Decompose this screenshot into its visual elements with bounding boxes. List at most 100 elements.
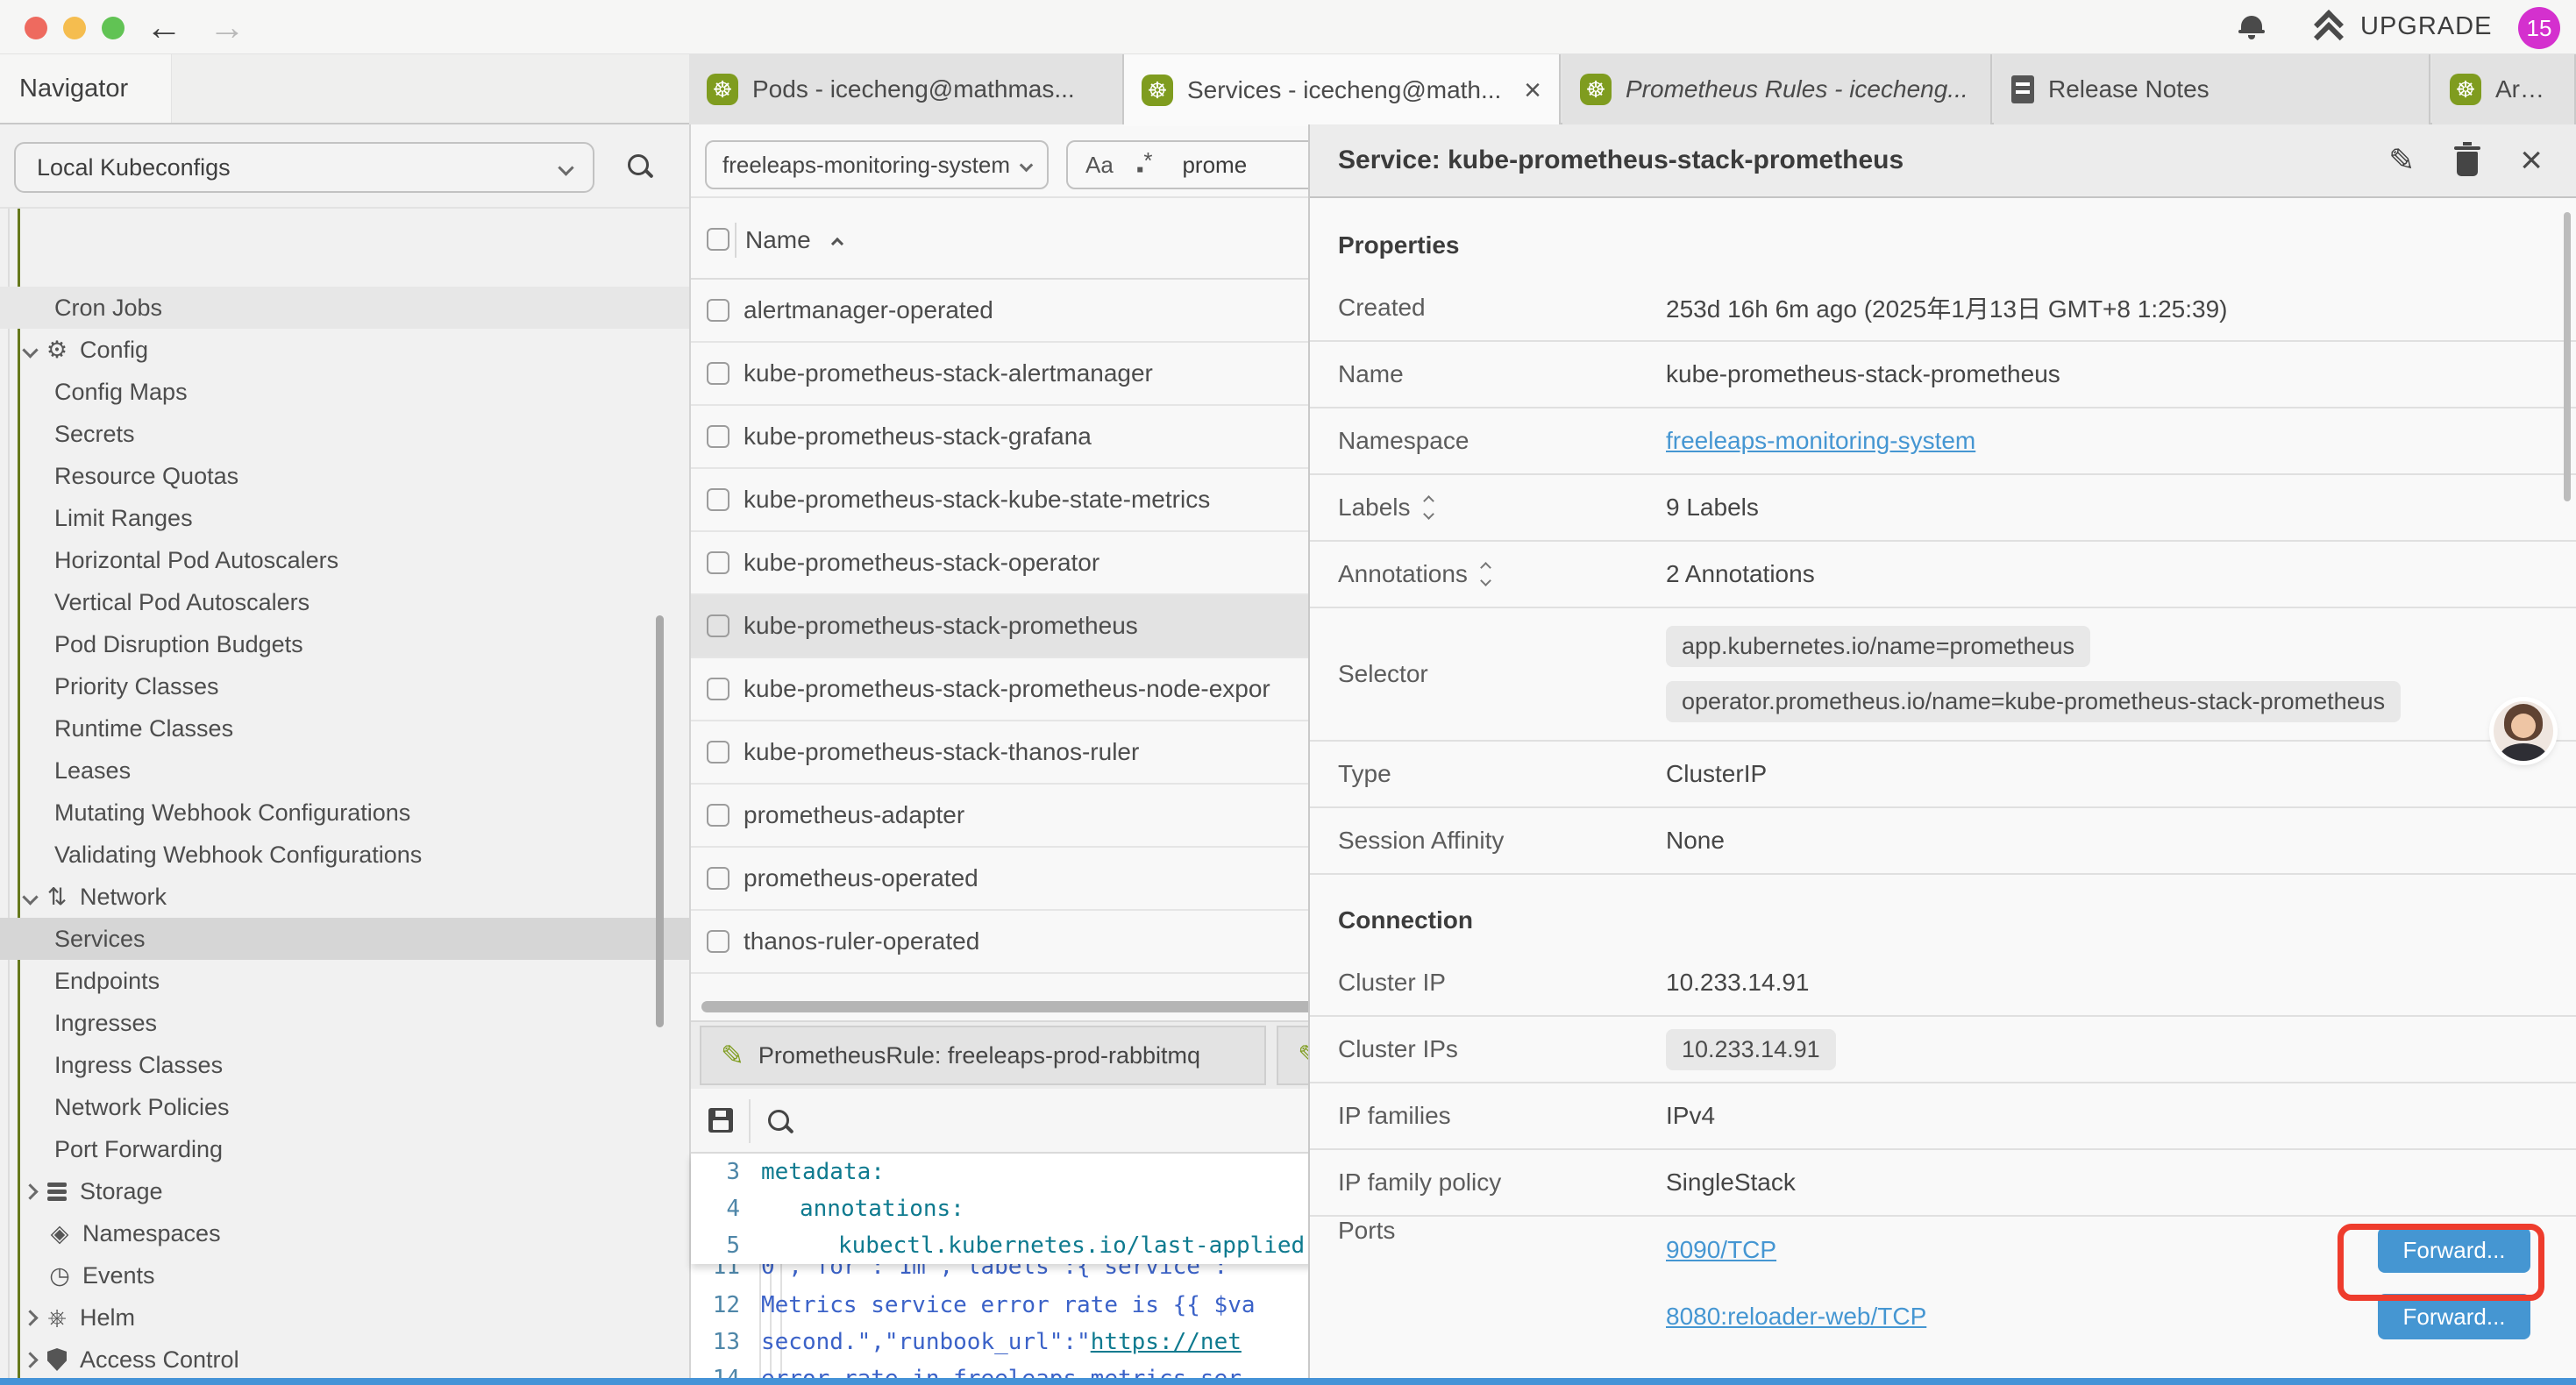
chevron-down-icon[interactable] [22, 342, 38, 358]
namespace-filter-dropdown[interactable]: freeleaps-monitoring-system [705, 140, 1049, 189]
service-name: prometheus-adapter [744, 801, 964, 829]
drawer-scrollbar[interactable] [2564, 212, 2571, 501]
sidebar-item-mutating-webhook-configurations[interactable]: Mutating Webhook Configurations [0, 792, 689, 834]
sidebar-item-network-policies[interactable]: Network Policies [0, 1086, 689, 1128]
row-checkbox[interactable] [707, 299, 729, 322]
sidebar-item-leases[interactable]: Leases [0, 749, 689, 792]
chevron-right-icon[interactable] [22, 1310, 38, 1325]
sidebar-search-icon[interactable] [628, 154, 649, 175]
sidebar-item-network[interactable]: ⇅Network [0, 876, 689, 918]
sidebar-item-config[interactable]: ⚙Config [0, 329, 689, 371]
row-checkbox[interactable] [707, 804, 729, 827]
sidebar-item-resource-quotas[interactable]: Resource Quotas [0, 455, 689, 497]
chevron-right-icon[interactable] [22, 1183, 38, 1199]
port-link[interactable]: 8080:reloader-web/TCP [1666, 1303, 1926, 1331]
sidebar-item-horizontal-pod-autoscalers[interactable]: Horizontal Pod Autoscalers [0, 539, 689, 581]
sidebar-item-storage[interactable]: Storage [0, 1170, 689, 1212]
sidebar-item-endpoints[interactable]: Endpoints [0, 960, 689, 1002]
editor-search-icon[interactable] [768, 1110, 789, 1131]
tab-pods-icecheng-mathmas[interactable]: Pods - icecheng@mathmas... [689, 54, 1124, 124]
sidebar-item-label: Pod Disruption Budgets [54, 631, 303, 658]
sidebar-item-helm[interactable]: ⎈Helm [0, 1296, 689, 1339]
sidebar-item-validating-webhook-configurations[interactable]: Validating Webhook Configurations [0, 834, 689, 876]
column-header-name[interactable]: Name [745, 226, 811, 254]
sort-toggle-icon[interactable] [1425, 497, 1433, 518]
sidebar-item-access-control[interactable]: Access Control [0, 1339, 689, 1378]
kubernetes-icon [1580, 74, 1612, 105]
sidebar-item-label: Port Forwarding [54, 1136, 223, 1163]
sort-ascending-icon[interactable] [833, 237, 842, 252]
chevron-right-icon[interactable] [22, 1352, 38, 1367]
match-case-icon[interactable]: Aa [1085, 152, 1114, 179]
row-checkbox[interactable] [707, 488, 729, 511]
notification-count-badge[interactable]: 15 [2518, 7, 2560, 49]
row-checkbox[interactable] [707, 867, 729, 890]
row-checkbox[interactable] [707, 930, 729, 953]
sidebar-item-ingress-classes[interactable]: Ingress Classes [0, 1044, 689, 1086]
kubernetes-icon [1142, 75, 1173, 106]
sidebar-item-namespaces[interactable]: ◈Namespaces [0, 1212, 689, 1254]
tab-navigator[interactable]: Navigator [0, 54, 172, 123]
detail-row-cluster-ips: Cluster IPs10.233.14.91 [1310, 1017, 2576, 1083]
close-window-button[interactable] [25, 17, 47, 39]
sidebar-item-label: Horizontal Pod Autoscalers [54, 547, 338, 574]
save-icon[interactable] [708, 1108, 733, 1133]
namespace-link[interactable]: freeleaps-monitoring-system [1666, 427, 1975, 455]
tab-release-notes[interactable]: Release Notes [1994, 54, 2430, 124]
notifications-bell-icon[interactable] [2241, 16, 2262, 33]
user-avatar[interactable] [2494, 701, 2553, 761]
sort-toggle-icon[interactable] [1482, 564, 1490, 585]
chevron-down-icon[interactable] [22, 889, 38, 905]
dock-tab-prometheusrule[interactable]: ✎PrometheusRule: freeleaps-prod-rabbitmq [700, 1026, 1266, 1085]
sidebar-item-runtime-classes[interactable]: Runtime Classes [0, 707, 689, 749]
forward-arrow-button[interactable]: → [203, 4, 251, 51]
sidebar-item-vertical-pod-autoscalers[interactable]: Vertical Pod Autoscalers [0, 581, 689, 623]
sidebar-item-label: Mutating Webhook Configurations [54, 799, 410, 827]
tab-argo-se[interactable]: Argo Se [2432, 54, 2576, 124]
close-icon[interactable]: × [2520, 141, 2543, 180]
delete-trash-icon[interactable] [2457, 152, 2478, 176]
sidebar-item-cron-jobs[interactable]: Cron Jobs [0, 287, 689, 329]
sidebar-item-port-forwarding[interactable]: Port Forwarding [0, 1128, 689, 1170]
edit-icon[interactable]: ✎ [2388, 145, 2415, 176]
detail-value: 10.233.14.91 [1666, 969, 1810, 997]
detail-label: Labels [1338, 494, 1666, 522]
sidebar-scrollbar[interactable] [656, 615, 664, 1027]
sidebar-item-config-maps[interactable]: Config Maps [0, 371, 689, 413]
sidebar-item-limit-ranges[interactable]: Limit Ranges [0, 497, 689, 539]
service-details-drawer: Service: kube-prometheus-stack-prometheu… [1308, 124, 2576, 1378]
kubeconfig-selector-dropdown[interactable]: Local Kubeconfigs [14, 142, 594, 193]
regex-icon[interactable]: ▪* [1136, 147, 1153, 182]
sidebar-item-events[interactable]: ◷Events [0, 1254, 689, 1296]
detail-row-labels: Labels9 Labels [1310, 475, 2576, 542]
detail-row-namespace: Namespacefreeleaps-monitoring-system [1310, 408, 2576, 475]
window-titlebar: ← → UPGRADE 15 [0, 0, 2576, 54]
select-all-checkbox[interactable] [707, 228, 729, 251]
close-tab-icon[interactable]: × [1524, 75, 1541, 105]
detail-label: IP family policy [1338, 1168, 1666, 1197]
row-checkbox[interactable] [707, 741, 729, 764]
sidebar-item-pod-disruption-budgets[interactable]: Pod Disruption Budgets [0, 623, 689, 665]
upgrade-chevrons-icon[interactable] [2311, 12, 2343, 44]
zoom-window-button[interactable] [102, 17, 125, 39]
port-link[interactable]: 9090/TCP [1666, 1236, 1776, 1264]
sidebar-item-label: Network Policies [54, 1094, 230, 1121]
back-arrow-button[interactable]: ← [140, 4, 188, 51]
sidebar-item-label: Access Control [80, 1346, 239, 1374]
sidebar-item-services[interactable]: Services [0, 918, 689, 960]
row-checkbox[interactable] [707, 362, 729, 385]
sidebar-item-ingresses[interactable]: Ingresses [0, 1002, 689, 1044]
tab-services-icecheng-math[interactable]: Services - icecheng@math...× [1124, 54, 1561, 126]
tab-prometheus-rules-icecheng[interactable]: Prometheus Rules - icecheng... [1562, 54, 1992, 124]
minimize-window-button[interactable] [63, 17, 86, 39]
row-checkbox[interactable] [707, 551, 729, 574]
row-checkbox[interactable] [707, 425, 729, 448]
sidebar-item-priority-classes[interactable]: Priority Classes [0, 665, 689, 707]
row-checkbox[interactable] [707, 678, 729, 700]
detail-row-session-affinity: Session AffinityNone [1310, 808, 2576, 875]
row-checkbox[interactable] [707, 614, 729, 637]
clock-icon: ◷ [47, 1264, 72, 1288]
sidebar-item-label: Namespaces [82, 1220, 221, 1247]
sidebar-item-secrets[interactable]: Secrets [0, 413, 689, 455]
upgrade-button[interactable]: UPGRADE [2360, 12, 2492, 41]
